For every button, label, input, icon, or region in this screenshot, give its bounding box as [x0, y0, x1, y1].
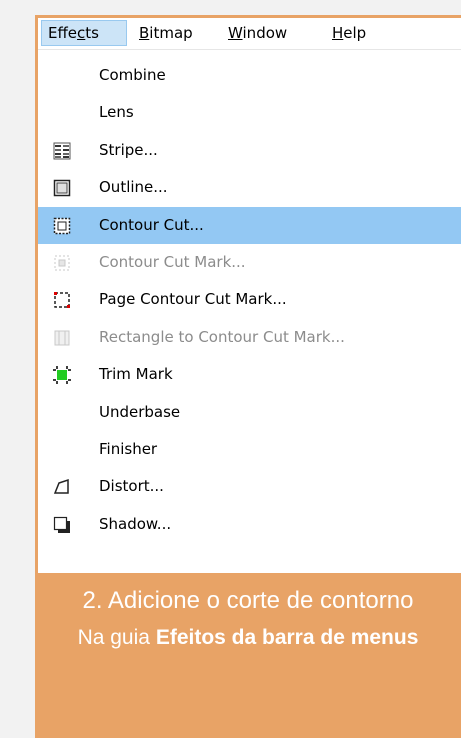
tutorial-caption: 2. Adicione o corte de contorno Na guia … [35, 585, 461, 653]
caption-emphasis: Efeitos da barra de menus [155, 626, 419, 649]
menu-item-combine[interactable]: Combine [38, 57, 461, 94]
contour-cut-icon [53, 217, 71, 234]
menu-item-label: Trim Mark [99, 365, 173, 384]
menu-item-label: Combine [99, 66, 166, 84]
menu-item-label: Lens [99, 103, 134, 122]
menu-help[interactable]: Help [332, 21, 366, 45]
menu-item-outline[interactable]: Outline... [38, 169, 461, 206]
menu-item-list: Combine Lens Stripe... Outline... Contou… [38, 57, 461, 543]
page-contour-cut-mark-icon [54, 292, 70, 309]
trim-mark-icon [53, 366, 71, 385]
menu-item-page-contour-cut-mark[interactable]: Page Contour Cut Mark... [38, 281, 461, 318]
menu-item-underbase[interactable]: Underbase [38, 394, 461, 431]
menu-item-contour-cut-mark[interactable]: Contour Cut Mark... [38, 244, 461, 281]
caption-prefix: Na guia [77, 626, 150, 649]
menu-item-shadow[interactable]: Shadow... [38, 506, 461, 543]
menu-item-contour-cut[interactable]: Contour Cut... [38, 206, 461, 244]
menu-item-label: Outline... [99, 178, 168, 197]
menu-item-stripe[interactable]: Stripe... [38, 132, 461, 169]
menu-item-label: Distort... [99, 477, 164, 496]
menu-bar: Effects Bitmap Window Help [38, 18, 461, 50]
menu-item-finisher[interactable]: Finisher [38, 431, 461, 468]
menu-window[interactable]: Window [228, 21, 287, 45]
contour-cut-mark-icon [54, 255, 70, 271]
stripe-icon [53, 142, 71, 160]
menu-item-label: Finisher [99, 439, 158, 458]
caption-instruction: Na guia Efeitos da barra de menus [35, 623, 461, 653]
menu-item-lens[interactable]: Lens [38, 94, 461, 131]
menu-effects[interactable]: Effects [41, 20, 127, 46]
menu-bitmap[interactable]: Bitmap [139, 21, 193, 45]
outline-icon [53, 179, 71, 197]
menu-item-trim-mark[interactable]: Trim Mark [38, 356, 461, 393]
menu-item-distort[interactable]: Distort... [38, 468, 461, 505]
menu-item-rectangle-to-contour-cut-mark[interactable]: Rectangle to Contour Cut Mark... [38, 319, 461, 356]
menu-item-label: Underbase [99, 402, 181, 421]
menu-item-label: Stripe... [99, 140, 158, 159]
rectangle-cut-mark-icon [54, 330, 70, 346]
distort-icon [53, 479, 69, 495]
shadow-icon [53, 516, 70, 533]
tutorial-panel: Effects Bitmap Window Help Combine Lens [35, 15, 461, 738]
menu-item-label: Shadow... [99, 514, 172, 533]
caption-step-title: 2. Adicione o corte de contorno [82, 587, 414, 614]
menu-item-label: Contour Cut Mark... [99, 252, 246, 271]
menu-item-label: Rectangle to Contour Cut Mark... [99, 327, 345, 346]
effects-menu: Effects Bitmap Window Help Combine Lens [38, 18, 461, 573]
menu-item-label: Contour Cut... [99, 215, 204, 234]
menu-item-label: Page Contour Cut Mark... [99, 290, 287, 309]
